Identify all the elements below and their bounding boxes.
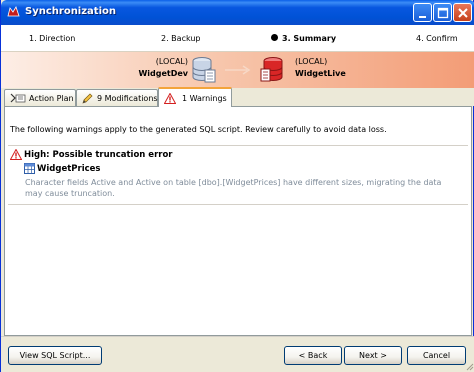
- step-backup: 2. Backup: [161, 34, 201, 43]
- close-icon: [458, 8, 468, 18]
- step-direction: 1. Direction: [29, 34, 76, 43]
- warnings-panel: The following warnings apply to the gene…: [4, 106, 472, 336]
- cancel-button[interactable]: Cancel: [407, 346, 466, 365]
- source-database: WidgetDev: [138, 69, 188, 78]
- sync-arrow-icon: [225, 65, 251, 75]
- database-blue-icon: [192, 57, 216, 83]
- step-summary: 3. Summary: [271, 34, 336, 43]
- window-title: Synchronization: [25, 6, 117, 17]
- tab-modifications[interactable]: 9 Modifications: [76, 89, 158, 106]
- view-sql-script-button[interactable]: View SQL Script...: [8, 346, 102, 365]
- database-red-icon: [260, 57, 283, 82]
- target-server: (LOCAL): [295, 57, 328, 66]
- pencil-icon: [82, 93, 93, 104]
- current-step-bullet-icon: [271, 34, 278, 41]
- maximize-button[interactable]: [433, 3, 452, 22]
- tab-modifications-label: 9 Modifications: [97, 94, 158, 103]
- step-summary-label: 3. Summary: [282, 34, 337, 43]
- source-db-label: (LOCAL) WidgetDev: [131, 56, 188, 80]
- minimize-button[interactable]: [413, 3, 432, 22]
- tab-strip: Action Plan 9 Modifications 1 Warnings: [1, 87, 474, 107]
- footer-bar: View SQL Script... < Back Next > Cancel: [1, 336, 474, 372]
- back-button[interactable]: < Back: [284, 346, 342, 365]
- tab-warnings-label: 1 Warnings: [182, 94, 227, 103]
- target-database: WidgetLive: [295, 69, 346, 78]
- tab-action-plan-label: Action Plan: [29, 94, 74, 103]
- next-button[interactable]: Next >: [344, 346, 402, 365]
- close-button[interactable]: [453, 3, 472, 22]
- synchronization-window: Synchronization 1. Direction 2. Backup 3…: [0, 0, 474, 372]
- app-icon: [7, 6, 20, 17]
- warning-icon: [10, 149, 22, 160]
- target-db-label: (LOCAL) WidgetLive: [295, 56, 346, 80]
- warning-title: High: Possible truncation error: [24, 150, 173, 160]
- source-server: (LOCAL): [155, 57, 188, 66]
- title-bar[interactable]: Synchronization: [1, 0, 474, 25]
- tab-action-plan[interactable]: Action Plan: [4, 89, 76, 106]
- warning-list[interactable]: High: Possible truncation error WidgetPr…: [8, 145, 468, 205]
- warning-detail: Character fields Active and Active on ta…: [25, 178, 442, 198]
- action-plan-icon: [10, 93, 26, 103]
- step-confirm: 4. Confirm: [416, 34, 458, 43]
- wizard-steps: 1. Direction 2. Backup 3. Summary 4. Con…: [1, 25, 474, 52]
- minimize-icon: [419, 16, 426, 18]
- warning-object-name: WidgetPrices: [37, 164, 101, 174]
- database-banner: (LOCAL) WidgetDev (LOCAL) WidgetLive: [1, 52, 474, 88]
- resize-grip-icon[interactable]: [464, 361, 474, 371]
- maximize-icon: [437, 7, 449, 19]
- warning-icon: [164, 93, 176, 104]
- warnings-intro-text: The following warnings apply to the gene…: [10, 125, 387, 134]
- tab-warnings[interactable]: 1 Warnings: [158, 87, 232, 107]
- table-icon: [24, 163, 35, 174]
